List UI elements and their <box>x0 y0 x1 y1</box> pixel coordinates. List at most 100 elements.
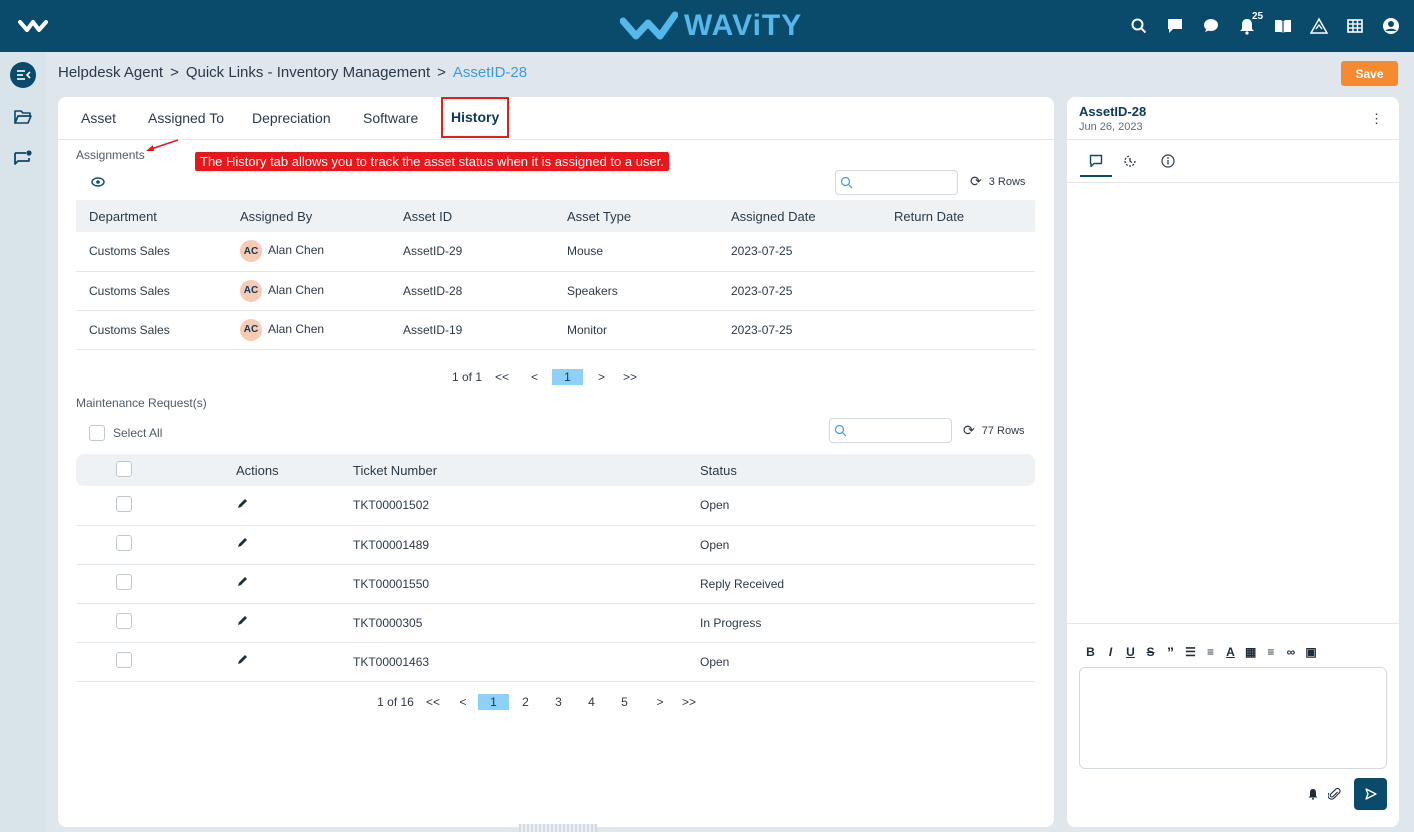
grid-icon[interactable] <box>1346 17 1364 35</box>
tab-assigned-to[interactable]: Assigned To <box>148 110 224 126</box>
row-checkbox[interactable] <box>116 535 132 551</box>
column-header-assigned-by[interactable]: Assigned By <box>240 200 403 232</box>
link-icon[interactable]: ∞ <box>1285 645 1296 659</box>
bullet-list-icon[interactable]: ≡ <box>1205 645 1216 659</box>
comment-editor[interactable] <box>1079 667 1387 769</box>
ticket-number-cell[interactable]: TKT00001463 <box>353 642 700 682</box>
triangle-icon[interactable] <box>1310 17 1328 35</box>
image-icon[interactable]: ▣ <box>1305 645 1316 659</box>
tab-depreciation[interactable]: Depreciation <box>252 110 331 126</box>
column-header-assigned-date[interactable]: Assigned Date <box>731 200 894 232</box>
header-checkbox[interactable] <box>116 460 132 477</box>
highlight-icon[interactable]: ▦ <box>1245 645 1256 659</box>
quote-icon[interactable]: ” <box>1165 644 1176 660</box>
select-all-control[interactable]: Select All <box>89 425 162 441</box>
first-page-button[interactable]: << <box>418 695 448 709</box>
maintenance-search-input[interactable] <box>829 418 952 443</box>
table-row[interactable]: Customs Sales AC Alan Chen AssetID-19 Mon… <box>76 310 1035 350</box>
maintenance-rows-control[interactable]: ⟳ 77 Rows <box>963 422 1025 439</box>
row-checkbox[interactable] <box>116 613 132 629</box>
search-icon[interactable] <box>1130 17 1148 35</box>
ticket-number-cell[interactable]: TKT00001550 <box>353 564 700 604</box>
page-number-button[interactable]: 4 <box>575 695 608 709</box>
book-icon[interactable] <box>1274 17 1292 35</box>
font-color-icon[interactable]: A <box>1225 645 1236 659</box>
assignments-search-input[interactable] <box>835 170 958 195</box>
tab-asset[interactable]: Asset <box>81 110 116 126</box>
attachment-icon[interactable] <box>1328 787 1341 801</box>
edit-pencil-icon[interactable] <box>236 537 248 549</box>
message-notification-icon[interactable] <box>10 146 36 172</box>
assignments-search-field[interactable] <box>836 171 957 194</box>
column-header-asset-id[interactable]: Asset ID <box>403 200 567 232</box>
edit-pencil-icon[interactable] <box>236 654 248 666</box>
select-all-checkbox[interactable] <box>89 425 105 441</box>
refresh-icon[interactable]: ⟳ <box>963 422 975 439</box>
ordered-list-icon[interactable]: ☰ <box>1185 645 1196 659</box>
notify-bell-icon[interactable] <box>1307 788 1319 800</box>
folder-icon[interactable] <box>10 104 36 130</box>
maintenance-search-field[interactable] <box>830 419 951 442</box>
edit-pencil-icon[interactable] <box>236 576 248 588</box>
chat-square-icon[interactable] <box>1166 17 1184 35</box>
column-header-actions[interactable]: Actions <box>196 454 353 486</box>
ticket-number-cell[interactable]: TKT0000305 <box>353 603 700 643</box>
align-icon[interactable]: ≡ <box>1265 645 1276 659</box>
page-number-button[interactable]: 1 <box>552 369 583 385</box>
prev-page-button[interactable]: < <box>448 695 478 709</box>
notification-bell-icon[interactable]: 25 <box>1238 11 1263 35</box>
page-number-button[interactable]: 1 <box>478 694 509 710</box>
edit-pencil-icon[interactable] <box>236 615 248 627</box>
first-page-button[interactable]: << <box>487 370 517 384</box>
collapse-sidebar-icon[interactable] <box>10 62 36 88</box>
ticket-number-cell[interactable]: TKT00001502 <box>353 486 700 526</box>
page-number-button[interactable]: 3 <box>542 695 575 709</box>
more-options-icon[interactable]: ⋮ <box>1370 111 1383 127</box>
table-row[interactable]: TKT00001502 Open <box>76 486 1035 526</box>
table-row[interactable]: TKT00001463 Open <box>76 642 1035 682</box>
tab-software[interactable]: Software <box>363 110 418 126</box>
row-checkbox[interactable] <box>116 652 132 668</box>
table-row[interactable]: Customs Sales AC Alan Chen AssetID-28 Spe… <box>76 271 1035 311</box>
app-menu-icon[interactable] <box>18 14 48 38</box>
edit-pencil-icon[interactable] <box>236 498 248 510</box>
table-row[interactable]: TKT00001550 Reply Received <box>76 564 1035 604</box>
send-button[interactable] <box>1354 778 1387 810</box>
save-button[interactable]: Save <box>1341 61 1398 86</box>
row-checkbox[interactable] <box>116 574 132 590</box>
table-row[interactable]: TKT0000305 In Progress <box>76 603 1035 643</box>
bold-icon[interactable]: B <box>1085 645 1096 659</box>
user-account-icon[interactable] <box>1382 17 1400 35</box>
breadcrumb-item-quick-links[interactable]: Quick Links - Inventory Management <box>186 64 430 81</box>
chat-bubble-icon[interactable] <box>1202 17 1220 35</box>
strikethrough-icon[interactable]: S <box>1145 645 1156 659</box>
refresh-icon[interactable]: ⟳ <box>970 173 982 190</box>
comments-tab-icon[interactable] <box>1087 152 1105 170</box>
table-row[interactable]: TKT00001489 Open <box>76 525 1035 565</box>
next-page-button[interactable]: > <box>583 370 620 384</box>
next-page-button[interactable]: > <box>641 695 679 709</box>
resize-handle[interactable] <box>519 824 597 832</box>
row-checkbox[interactable] <box>116 495 132 512</box>
ticket-number-cell[interactable]: TKT00001489 <box>353 525 700 565</box>
page-number-button[interactable]: 5 <box>608 695 641 709</box>
tab-history[interactable]: History <box>441 97 510 138</box>
column-header-asset-type[interactable]: Asset Type <box>567 200 731 232</box>
info-tab-icon[interactable] <box>1159 152 1177 170</box>
italic-icon[interactable]: I <box>1105 645 1116 659</box>
page-number-button[interactable]: 2 <box>509 695 542 709</box>
table-row[interactable]: Customs Sales AC Alan Chen AssetID-29 Mou… <box>76 232 1035 272</box>
breadcrumb-item-helpdesk-agent[interactable]: Helpdesk Agent <box>58 64 163 81</box>
history-tab-icon[interactable] <box>1121 152 1139 170</box>
last-page-button[interactable]: >> <box>620 370 640 384</box>
eye-icon[interactable] <box>91 177 105 187</box>
underline-icon[interactable]: U <box>1125 645 1136 659</box>
column-header-status[interactable]: Status <box>700 454 1035 486</box>
column-header-ticket-number[interactable]: Ticket Number <box>353 454 700 486</box>
column-header-department[interactable]: Department <box>76 200 240 232</box>
column-header-return-date[interactable]: Return Date <box>894 200 1035 232</box>
prev-page-button[interactable]: < <box>517 370 552 384</box>
assignments-rows-control[interactable]: ⟳ 3 Rows <box>970 173 1025 190</box>
avatar: AC <box>240 240 262 263</box>
last-page-button[interactable]: >> <box>679 695 699 709</box>
